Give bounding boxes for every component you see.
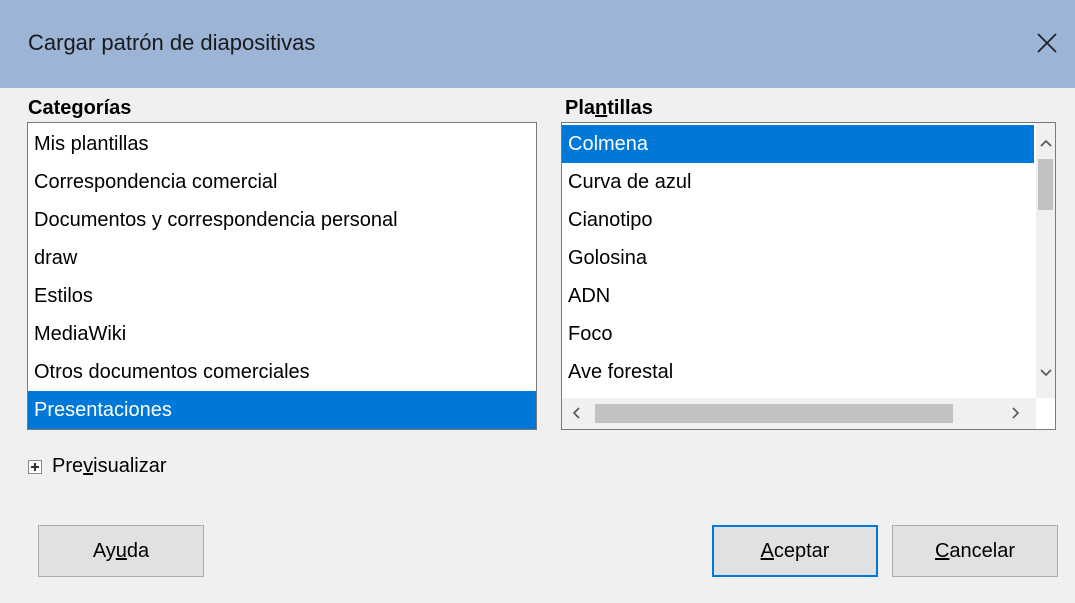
- list-item[interactable]: Mis plantillas: [28, 125, 536, 163]
- list-item[interactable]: Ave forestal: [562, 353, 1034, 391]
- scroll-left-icon[interactable]: [566, 403, 586, 423]
- window-title: Cargar patrón de diapositivas: [28, 30, 316, 55]
- title-bar: Cargar patrón de diapositivas: [0, 0, 1075, 88]
- vertical-scrollbar[interactable]: [1036, 123, 1055, 398]
- list-item[interactable]: draw: [28, 239, 536, 277]
- list-item-selected[interactable]: Colmena: [562, 125, 1034, 163]
- scroll-down-icon[interactable]: [1036, 363, 1055, 383]
- list-item[interactable]: ADN: [562, 277, 1034, 315]
- help-button[interactable]: Ay u da: [38, 525, 204, 577]
- ok-button[interactable]: Aceptar: [712, 525, 878, 577]
- preview-toggle[interactable]: Previsualizar: [52, 455, 166, 478]
- scroll-right-icon[interactable]: [1006, 403, 1026, 423]
- scrollbar-thumb[interactable]: [1038, 159, 1053, 210]
- templates-label: Plantillas: [565, 97, 653, 119]
- list-item[interactable]: MediaWiki: [28, 315, 536, 353]
- list-item[interactable]: Golosina: [562, 239, 1034, 277]
- expand-plus-icon[interactable]: [28, 460, 42, 474]
- list-item[interactable]: Curva de azul: [562, 163, 1034, 201]
- list-item[interactable]: Estilos: [28, 277, 536, 315]
- horizontal-scrollbar[interactable]: [562, 398, 1036, 429]
- list-item-selected[interactable]: Presentaciones: [28, 391, 536, 429]
- scrollbar-thumb[interactable]: [595, 404, 953, 423]
- scroll-up-icon[interactable]: [1036, 133, 1055, 153]
- cancel-button[interactable]: Cancelar: [892, 525, 1058, 577]
- list-item[interactable]: Documentos y correspondencia personal: [28, 201, 536, 239]
- categories-label: Categorías: [28, 97, 132, 119]
- close-icon[interactable]: [1029, 25, 1065, 61]
- list-item[interactable]: Otros documentos comerciales: [28, 353, 536, 391]
- list-item[interactable]: Foco: [562, 315, 1034, 353]
- templates-listbox[interactable]: Colmena Curva de azul Cianotipo Golosina…: [561, 122, 1056, 430]
- list-item[interactable]: Correspondencia comercial: [28, 163, 536, 201]
- list-item[interactable]: Cianotipo: [562, 201, 1034, 239]
- categories-listbox[interactable]: Mis plantillas Correspondencia comercial…: [27, 122, 537, 430]
